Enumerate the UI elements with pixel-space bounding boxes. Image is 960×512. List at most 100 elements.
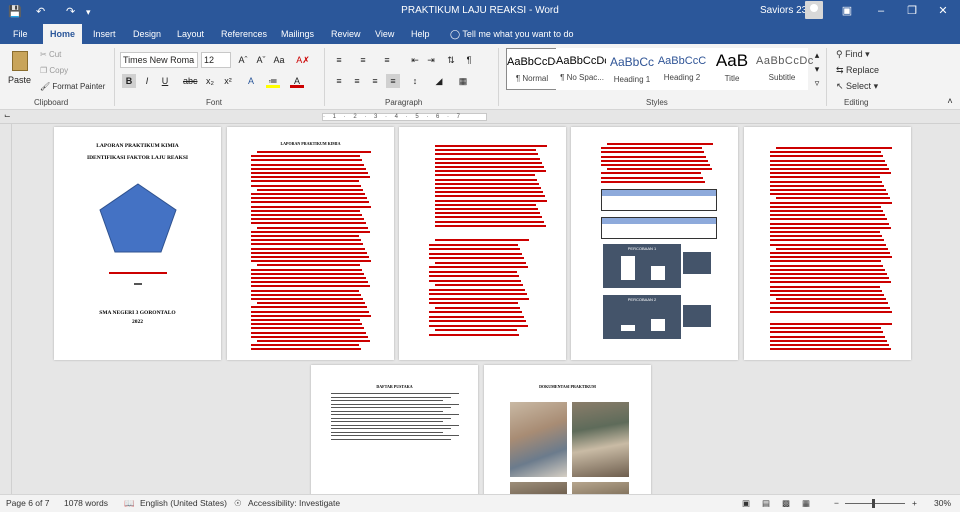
subscript-button[interactable]: x₂ [203,74,217,88]
styles-scroll-up-icon[interactable]: ▴ [810,48,824,62]
font-size-select[interactable]: 12 [201,52,231,68]
style-heading-1[interactable]: AaBbCc Heading 1 [606,48,658,90]
ruler-scale[interactable]: · 1 · 2 · 3 · 4 · 5 · 6 · 7 [322,113,487,121]
increase-indent-icon[interactable]: ⇥ [424,53,438,67]
close-icon[interactable]: ✕ [934,3,952,19]
tab-view[interactable]: View [368,24,401,44]
collapse-ribbon-icon[interactable]: ˄ [943,94,957,108]
underline-button[interactable]: U [158,74,172,88]
accessibility-status[interactable]: Accessibility: Investigate [248,498,340,508]
language[interactable]: English (United States) [140,498,227,508]
text-line [770,193,888,196]
restore-icon[interactable]: ❐ [903,3,921,19]
cover-title-line-1: LAPORAN PRAKTIKUM KIMIA [96,143,179,149]
ribbon-display-icon[interactable]: ▣ [838,3,856,19]
italic-button[interactable]: I [140,74,154,88]
borders-icon[interactable]: ▦ [456,74,470,88]
highlight-icon[interactable]: ≔ [266,74,280,88]
justify-icon[interactable]: ≡ [386,74,400,88]
sort-icon[interactable]: ⇅ [444,53,458,67]
user-name[interactable]: Saviors 23 [760,5,807,16]
paste-button[interactable]: Paste [8,49,34,97]
styles-more-icon[interactable]: ▿ [810,76,824,90]
align-left-icon[interactable]: ≡ [332,74,346,88]
style-normal[interactable]: AaBbCcDc ¶ Normal [506,48,561,90]
text-line [770,302,888,305]
read-mode-icon[interactable]: ▤ [762,498,770,509]
tab-file[interactable]: File [6,24,35,44]
style-title[interactable]: AaB Title [706,48,758,90]
grow-font-icon[interactable]: Aˆ [236,53,250,67]
tab-references[interactable]: References [214,24,274,44]
zoom-in-button[interactable]: + [912,498,917,508]
accessibility-icon[interactable]: ☉ [234,498,242,509]
replace-button[interactable]: ⇆ Replace [836,65,879,76]
horizontal-ruler[interactable]: ⌙ · 1 · 2 · 3 · 4 · 5 · 6 · 7 [0,110,960,124]
style-subtitle[interactable]: AaBbCcDc Subtitle [756,48,813,90]
decrease-indent-icon[interactable]: ⇤ [408,53,422,67]
cut-button[interactable]: ✂ Cut [40,50,61,59]
minimize-icon[interactable]: – [872,3,890,19]
avatar[interactable] [805,1,823,19]
page-bibliography[interactable]: DAFTAR PUSTAKA [311,365,478,505]
strikethrough-button[interactable]: abc [183,74,198,88]
documentation-photo-1 [510,402,567,477]
zoom-level[interactable]: 30% [934,498,951,508]
align-center-icon[interactable]: ≡ [350,74,364,88]
superscript-button[interactable]: x² [221,74,235,88]
page-cover[interactable]: LAPORAN PRAKTIKUM KIMIA IDENTIFIKASI FAK… [54,127,221,360]
change-case-icon[interactable]: Aa [272,53,286,67]
format-painter-button[interactable]: 🖌 Format Painter [40,82,105,91]
page-2[interactable]: LAPORAN PRAKTIKUM KIMIA [227,127,394,360]
style-no-spacing[interactable]: AaBbCcDc ¶ No Spac... [556,48,610,90]
tab-layout[interactable]: Layout [170,24,211,44]
zoom-out-button[interactable]: − [834,498,839,508]
page-documentation[interactable]: DOKUMENTASI PRAKTIKUM [484,365,651,505]
clear-formatting-icon[interactable]: A✗ [296,53,310,67]
font-family-select[interactable]: Times New Roma [120,52,198,68]
bold-button[interactable]: B [122,74,136,88]
page-count[interactable]: Page 6 of 7 [6,498,49,508]
tab-insert[interactable]: Insert [86,24,123,44]
focus-mode-icon[interactable]: ▣ [742,498,750,509]
bullets-icon[interactable]: ≡ [332,53,346,67]
align-right-icon[interactable]: ≡ [368,74,382,88]
text-effects-icon[interactable]: A [244,74,258,88]
text-line [331,431,443,433]
zoom-slider[interactable] [845,503,905,504]
font-color-icon[interactable]: A [290,74,304,88]
show-marks-icon[interactable]: ¶ [462,53,476,67]
page-5[interactable] [744,127,911,360]
font-group-label: Font [206,98,223,107]
multilevel-list-icon[interactable]: ≡ [380,53,394,67]
shrink-font-icon[interactable]: Aˇ [254,53,268,67]
line-spacing-icon[interactable]: ↕ [408,74,422,88]
select-button[interactable]: ↖ Select ▾ [836,81,878,92]
tell-me-box[interactable]: ◯ Tell me what you want to do [450,24,573,44]
text-line [251,201,369,204]
tab-review[interactable]: Review [324,24,368,44]
page-4[interactable]: PERCOBAAN 1 PERCOBAAN 2 [571,127,738,360]
numbering-icon[interactable]: ≡ [356,53,370,67]
web-layout-icon[interactable]: ▦ [802,498,810,509]
shading-icon[interactable]: ◢ [432,74,446,88]
page-3[interactable] [399,127,566,360]
zoom-slider-thumb[interactable] [872,499,875,508]
tab-design[interactable]: Design [126,24,168,44]
word-count[interactable]: 1078 words [64,498,108,508]
find-button[interactable]: ⚲ Find ▾ [836,49,870,60]
tab-mailings[interactable]: Mailings [274,24,321,44]
proofing-icon[interactable]: 📖 [124,498,135,509]
text-line [770,151,881,154]
styles-scroll-down-icon[interactable]: ▾ [810,62,824,76]
tab-selector-icon[interactable]: ⌙ [4,111,11,120]
tab-help[interactable]: Help [404,24,437,44]
text-line [251,230,370,233]
print-layout-icon[interactable]: ▩ [782,498,790,509]
copy-button[interactable]: ❐ Copy [40,66,68,75]
tab-home[interactable]: Home [43,24,83,44]
text-line [331,393,459,395]
text-line [770,277,889,280]
style-heading-2[interactable]: AaBbCcC Heading 2 [656,48,708,90]
vertical-ruler[interactable] [0,124,12,494]
